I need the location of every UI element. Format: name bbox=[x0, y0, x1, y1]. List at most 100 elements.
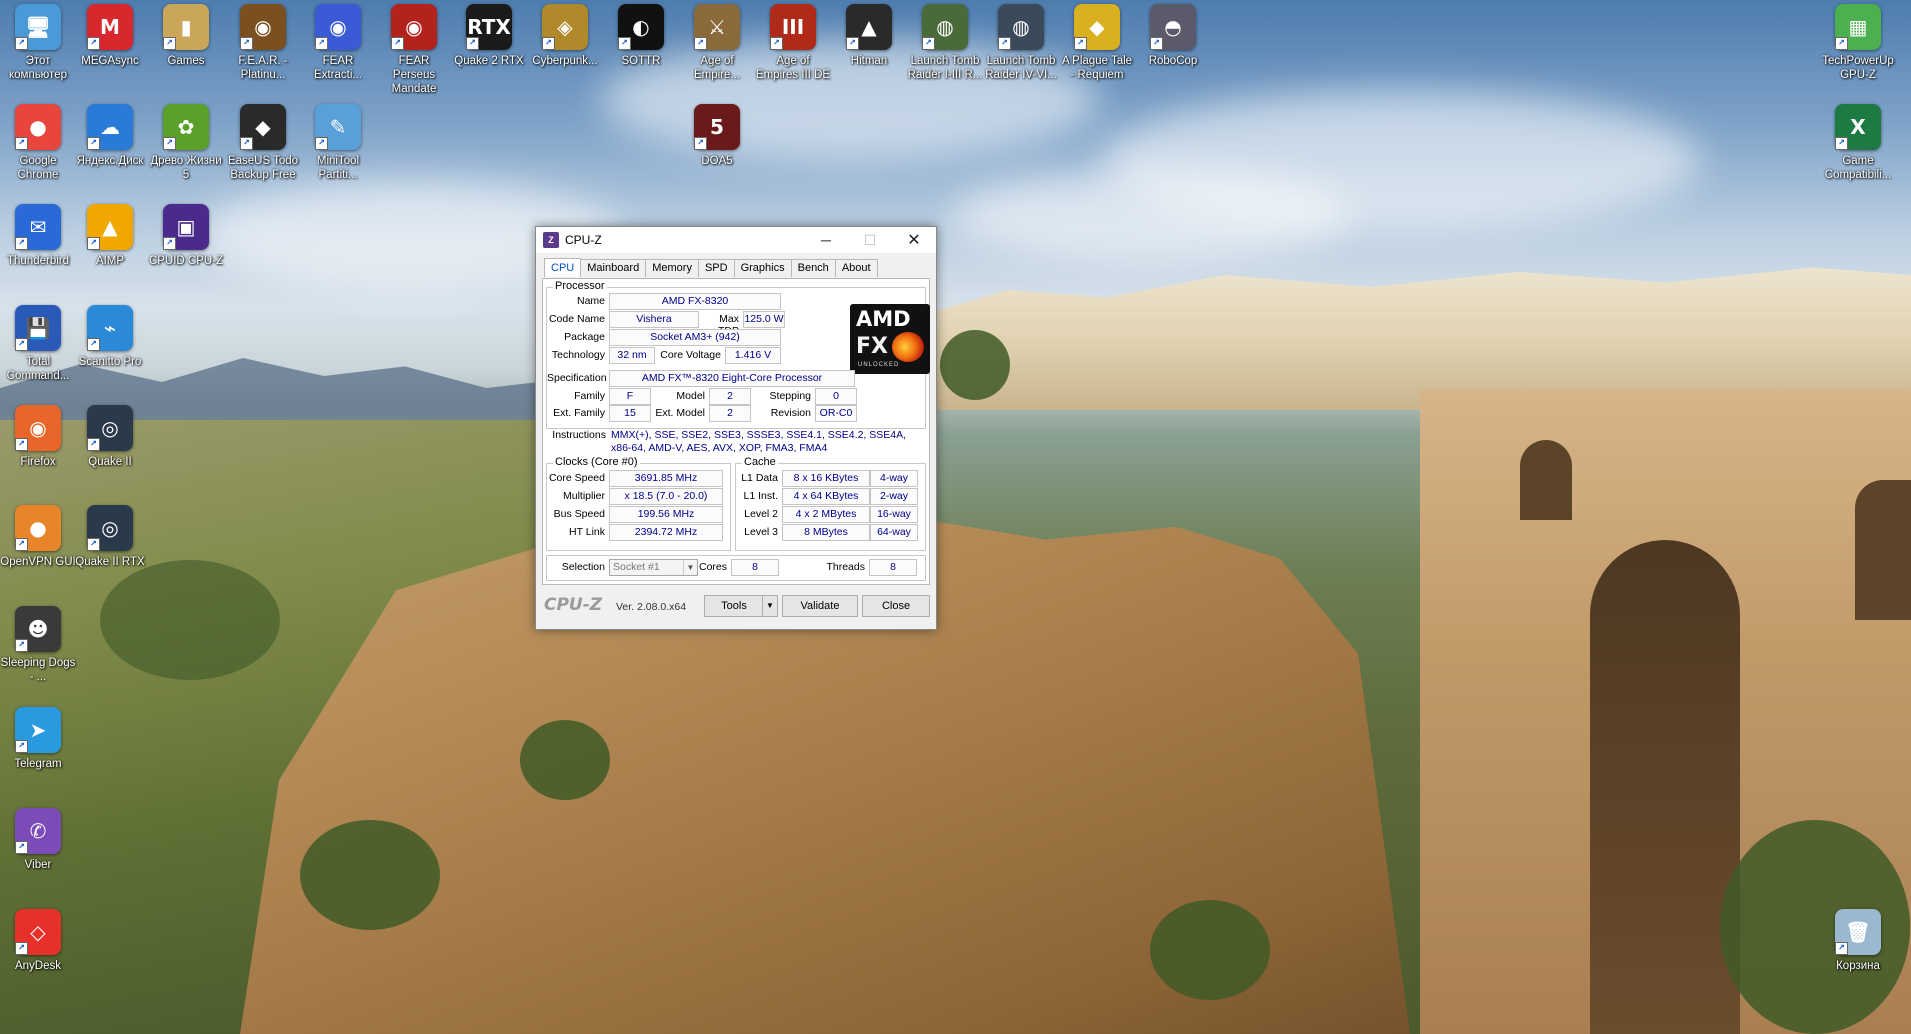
l1data-way: 4-way bbox=[870, 470, 918, 487]
desktop-icon[interactable]: ➤ ↗ Telegram bbox=[0, 707, 76, 771]
instructions-line-1: MMX(+), SSE, SSE2, SSE3, SSSE3, SSE4.1, … bbox=[611, 429, 907, 441]
desktop-icon-label: Cyberpunk... bbox=[532, 55, 598, 67]
shortcut-arrow-icon: ↗ bbox=[922, 37, 935, 50]
desktop-icon-label: Firefox bbox=[20, 456, 56, 468]
app-icon: ◎ ↗ bbox=[87, 405, 133, 451]
tab-about[interactable]: About bbox=[834, 259, 878, 277]
window-title: CPU-Z bbox=[565, 233, 602, 247]
desktop-icon[interactable]: ▲ ↗ AIMP bbox=[72, 204, 148, 268]
desktop-icon[interactable]: ☁ ↗ Яндекс.Диск bbox=[72, 104, 148, 168]
package-label: Package bbox=[564, 331, 605, 343]
shortcut-arrow-icon: ↗ bbox=[87, 538, 100, 551]
desktop-icon[interactable]: ● ↗ OpenVPN GUI bbox=[0, 505, 76, 569]
desktop-icon[interactable]: ◓ ↗ RoboCop bbox=[1135, 4, 1211, 68]
shortcut-arrow-icon: ↗ bbox=[1150, 37, 1163, 50]
validate-button[interactable]: Validate bbox=[782, 595, 858, 617]
shortcut-arrow-icon: ↗ bbox=[163, 37, 176, 50]
l1inst-way: 2-way bbox=[870, 488, 918, 505]
corevoltage-value: 1.416 V bbox=[725, 347, 781, 364]
chevron-down-icon: ▼ bbox=[683, 560, 697, 575]
model-value: 2 bbox=[709, 388, 751, 405]
title-bar[interactable]: Z CPU-Z ─ ☐ ✕ bbox=[536, 227, 936, 253]
desktop-icon[interactable]: ▮ ↗ Games bbox=[148, 4, 224, 68]
desktop-icon[interactable]: ⚔ ↗ Age of Empire... bbox=[679, 4, 755, 82]
desktop-icon[interactable]: 🖥 ↗ Этот компьютер bbox=[0, 4, 76, 82]
desktop-icon[interactable]: ◎ ↗ Quake II RTX bbox=[72, 505, 148, 569]
tools-button[interactable]: Tools ▼ bbox=[704, 595, 778, 617]
desktop-icon[interactable]: ◉ ↗ FEAR Extracti... bbox=[300, 4, 376, 82]
desktop-icon[interactable]: ◆ ↗ A Plague Tale - Requiem bbox=[1059, 4, 1135, 82]
desktop-icon[interactable]: ✉ ↗ Thunderbird bbox=[0, 204, 76, 268]
desktop-icon[interactable]: 🗑 ↗ Корзина bbox=[1820, 909, 1896, 973]
dropdown-arrow-icon[interactable]: ▼ bbox=[762, 596, 777, 616]
desktop-icon[interactable]: ☻ ↗ Sleeping Dogs - ... bbox=[0, 606, 76, 684]
socket-select[interactable]: Socket #1 ▼ bbox=[609, 559, 698, 576]
app-icon: ◍ ↗ bbox=[998, 4, 1044, 50]
shortcut-arrow-icon: ↗ bbox=[163, 237, 176, 250]
desktop-icon[interactable]: ◇ ↗ AnyDesk bbox=[0, 909, 76, 973]
desktop-icon[interactable]: M ↗ MEGAsync bbox=[72, 4, 148, 68]
cpu-tab-panel: Processor Name AMD FX-8320 Code Name Vis… bbox=[542, 278, 930, 585]
close-window-button[interactable]: ✕ bbox=[892, 227, 936, 253]
desktop-icon[interactable]: 💾 ↗ Total Command... bbox=[0, 305, 76, 383]
app-icon: ● ↗ bbox=[15, 505, 61, 551]
app-icon: ▲ ↗ bbox=[87, 204, 133, 250]
cache-group: Cache L1 Data 8 x 16 KBytes 4-way L1 Ins… bbox=[735, 456, 926, 551]
desktop-icon-label: Quake II bbox=[88, 456, 132, 468]
desktop-icon[interactable]: ✿ ↗ Древо Жизни 5 bbox=[148, 104, 224, 182]
app-icon: ◉ ↗ bbox=[391, 4, 437, 50]
desktop-icon[interactable]: 5 ↗ DOA5 bbox=[679, 104, 755, 168]
desktop-icon[interactable]: ◆ ↗ EaseUS Todo Backup Free bbox=[225, 104, 301, 182]
desktop-icon[interactable]: ◍ ↗ Launch Tomb Raider IV-VI... bbox=[983, 4, 1059, 82]
app-icon: III ↗ bbox=[770, 4, 816, 50]
desktop-icon-label: AIMP bbox=[95, 255, 125, 267]
tab-bench[interactable]: Bench bbox=[790, 259, 836, 277]
tab-cpu[interactable]: CPU bbox=[544, 258, 582, 277]
tools-button-label: Tools bbox=[721, 600, 747, 612]
tab-spd[interactable]: SPD bbox=[697, 259, 735, 277]
desktop-icon[interactable]: ◎ ↗ Quake II bbox=[72, 405, 148, 469]
tab-memory[interactable]: Memory bbox=[645, 259, 699, 277]
desktop-icon[interactable]: ◍ ↗ Launch Tomb Raider I-III R... bbox=[907, 4, 983, 82]
corespeed-value: 3691.85 MHz bbox=[609, 470, 723, 487]
desktop-icon[interactable]: ◉ ↗ Firefox bbox=[0, 405, 76, 469]
desktop-icon[interactable]: RTX ↗ Quake 2 RTX bbox=[451, 4, 527, 68]
desktop-icon[interactable]: ▣ ↗ CPUID CPU-Z bbox=[148, 204, 224, 268]
desktop-icon[interactable]: ◉ ↗ F.E.A.R. - Platinu... bbox=[225, 4, 301, 82]
tab-mainboard[interactable]: Mainboard bbox=[580, 259, 647, 277]
shortcut-arrow-icon: ↗ bbox=[315, 137, 328, 150]
busspeed-label: Bus Speed bbox=[553, 508, 605, 520]
cpuz-window: Z CPU-Z ─ ☐ ✕ CPU Mainboard Memory SPD G… bbox=[535, 226, 937, 630]
desktop-icon[interactable]: III ↗ Age of Empires III DE bbox=[755, 4, 831, 82]
desktop-icon[interactable]: ◉ ↗ FEAR Perseus Mandate bbox=[376, 4, 452, 96]
desktop-icon[interactable]: ● ↗ Google Chrome bbox=[0, 104, 76, 182]
app-icon: ▣ ↗ bbox=[163, 204, 209, 250]
window-footer: CPU-Z Ver. 2.08.0.x64 Tools ▼ Validate C… bbox=[536, 587, 936, 627]
maximize-button: ☐ bbox=[863, 231, 877, 248]
tab-graphics[interactable]: Graphics bbox=[733, 259, 792, 277]
desktop-icon[interactable]: ⌁ ↗ Scanitto Pro bbox=[72, 305, 148, 369]
level2-label: Level 2 bbox=[744, 508, 778, 520]
app-icon: ◈ ↗ bbox=[542, 4, 588, 50]
l1data-label: L1 Data bbox=[741, 472, 778, 484]
desktop-icon[interactable]: X ↗ Game Compatibili... bbox=[1820, 104, 1896, 182]
app-icon: ◉ ↗ bbox=[240, 4, 286, 50]
desktop-icon-label: Google Chrome bbox=[17, 155, 59, 181]
app-icon: ▮ ↗ bbox=[163, 4, 209, 50]
minimize-button[interactable]: ─ bbox=[804, 227, 848, 253]
close-button[interactable]: Close bbox=[862, 595, 930, 617]
shortcut-arrow-icon: ↗ bbox=[87, 338, 100, 351]
desktop-icon[interactable]: ▲ ↗ Hitman bbox=[831, 4, 907, 68]
amd-logo-text: AMD bbox=[856, 307, 911, 331]
multiplier-label: Multiplier bbox=[562, 490, 605, 502]
revision-label: Revision bbox=[770, 407, 811, 419]
desktop-icon[interactable]: ▦ ↗ TechPowerUp GPU-Z bbox=[1820, 4, 1896, 82]
app-icon: ✉ ↗ bbox=[15, 204, 61, 250]
technology-value: 32 nm bbox=[609, 347, 655, 364]
desktop-icon[interactable]: ✎ ↗ MiniTool Partiti... bbox=[300, 104, 376, 182]
desktop-icon[interactable]: ◐ ↗ SOTTR bbox=[603, 4, 679, 68]
desktop-icon-label: Total Command... bbox=[6, 356, 70, 382]
technology-label: Technology bbox=[551, 349, 605, 361]
desktop-icon[interactable]: ✆ ↗ Viber bbox=[0, 808, 76, 872]
desktop-icon[interactable]: ◈ ↗ Cyberpunk... bbox=[527, 4, 603, 68]
